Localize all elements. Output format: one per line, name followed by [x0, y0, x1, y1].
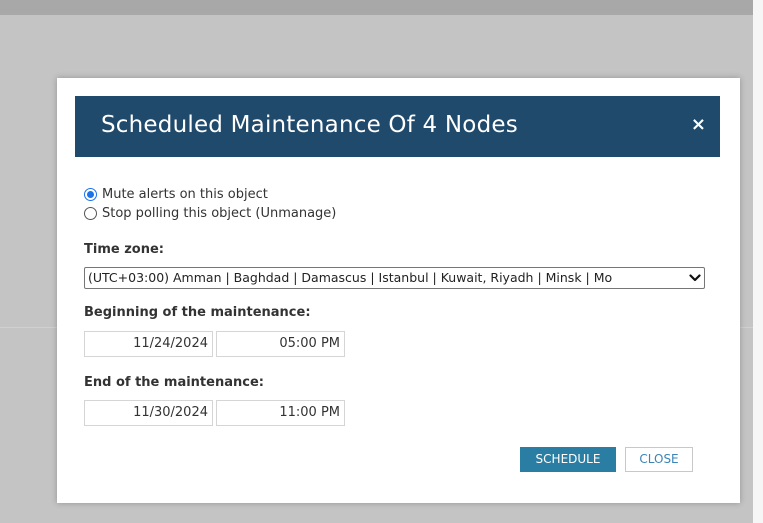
time-zone-select[interactable]: (UTC+03:00) Amman | Baghdad | Damascus |…	[84, 267, 705, 289]
dialog-header: Scheduled Maintenance Of 4 Nodes ×	[75, 96, 720, 157]
end-date-input[interactable]: 11/30/2024	[84, 400, 213, 426]
begin-date-input[interactable]: 11/24/2024	[84, 331, 213, 357]
time-zone-value: (UTC+03:00) Amman | Baghdad | Damascus |…	[88, 270, 613, 285]
mute-alerts-option[interactable]: Mute alerts on this object	[84, 185, 268, 203]
mute-alerts-label: Mute alerts on this object	[102, 186, 268, 202]
end-time-input[interactable]: 11:00 PM	[216, 400, 345, 426]
dialog-title: Scheduled Maintenance Of 4 Nodes	[101, 112, 518, 138]
maintenance-begin-label: Beginning of the maintenance:	[84, 305, 311, 320]
maintenance-end-label: End of the maintenance:	[84, 375, 264, 390]
backdrop-right-strip	[753, 0, 763, 523]
close-button[interactable]: CLOSE	[625, 447, 693, 472]
unmanage-radio[interactable]	[84, 206, 97, 220]
unmanage-option[interactable]: Stop polling this object (Unmanage)	[84, 204, 336, 222]
scheduled-maintenance-dialog: Scheduled Maintenance Of 4 Nodes × Mute …	[57, 78, 740, 503]
unmanage-label: Stop polling this object (Unmanage)	[102, 205, 337, 221]
schedule-button[interactable]: SCHEDULE	[520, 447, 616, 472]
time-zone-label: Time zone:	[84, 242, 164, 257]
mute-alerts-radio[interactable]	[84, 187, 97, 201]
close-icon[interactable]: ×	[691, 115, 706, 135]
begin-time-input[interactable]: 05:00 PM	[216, 331, 345, 357]
backdrop-top-bar	[0, 0, 753, 15]
chevron-down-icon	[689, 274, 701, 282]
